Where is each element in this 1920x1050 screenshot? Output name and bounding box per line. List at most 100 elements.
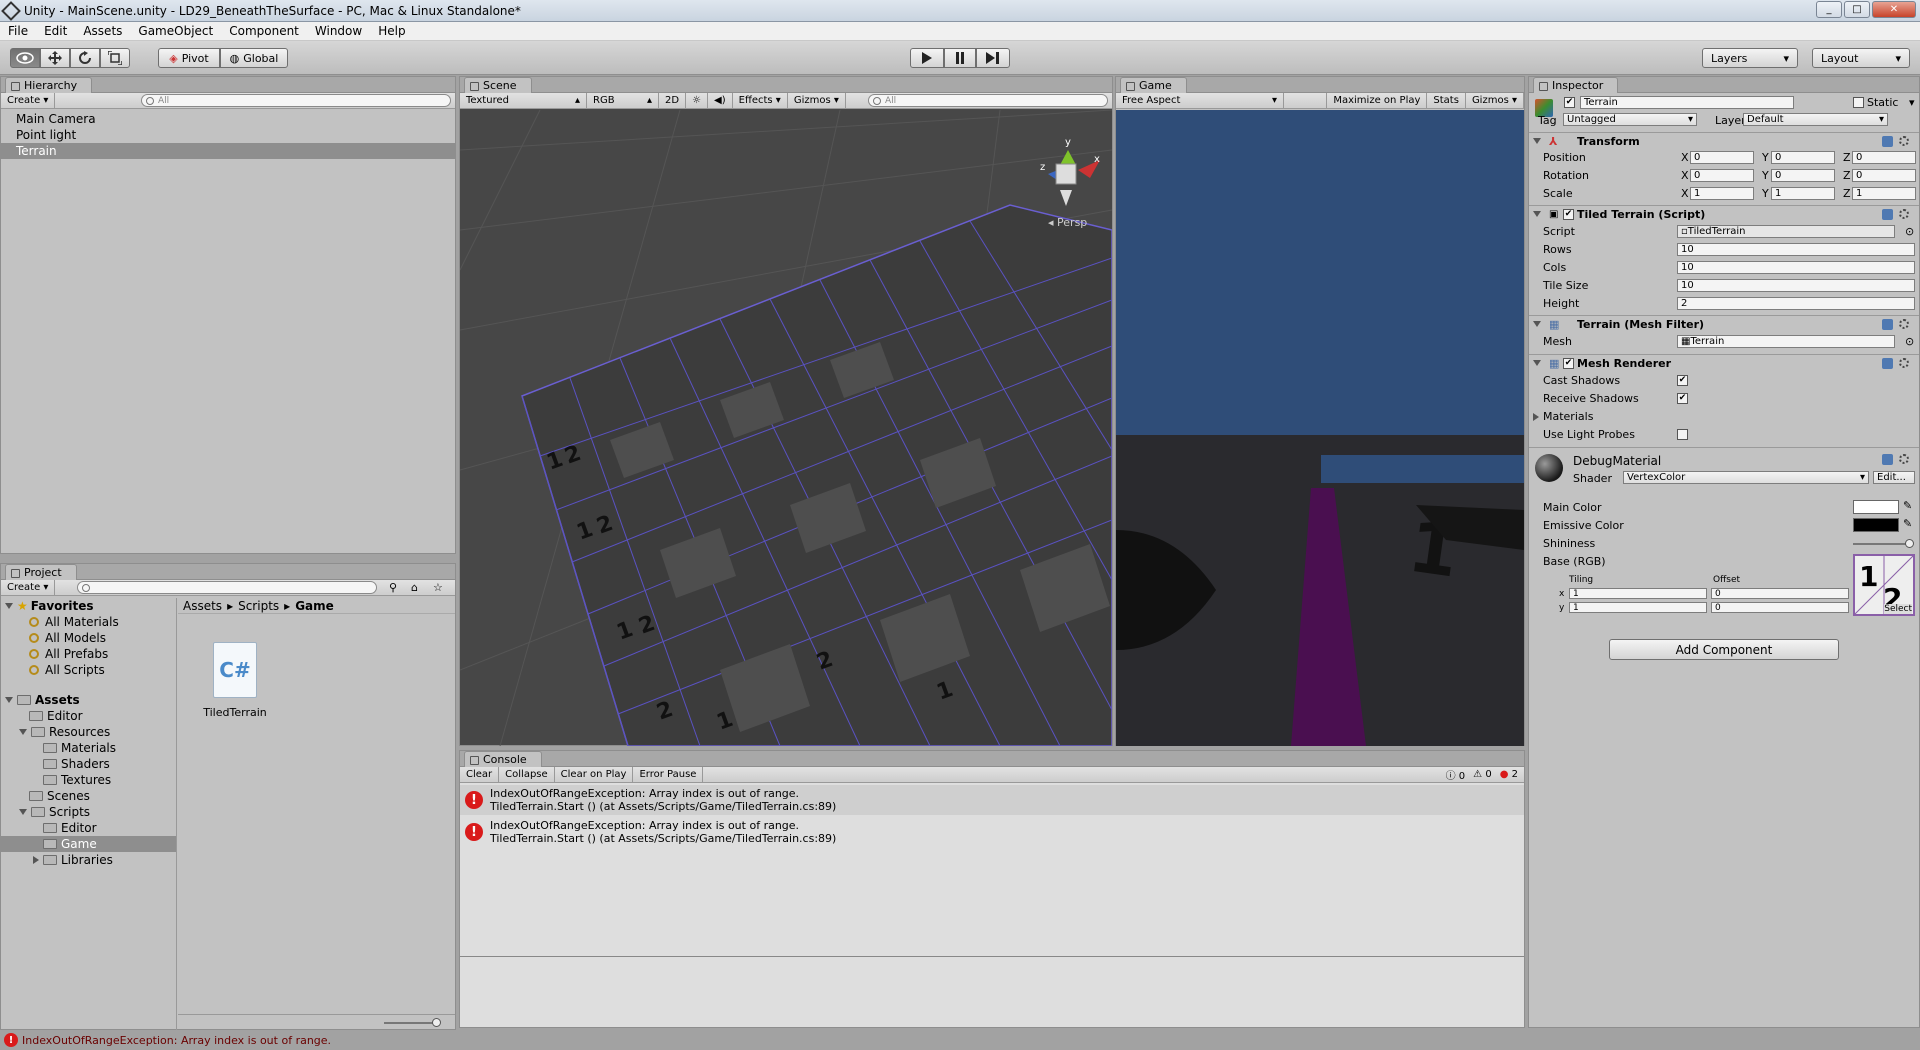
rotation-z-field[interactable]: 0 (1852, 169, 1916, 182)
tree-fav-all-scripts[interactable]: All Scripts (1, 662, 176, 678)
tab-console[interactable]: Console (464, 751, 542, 767)
maximize-on-play-toggle[interactable]: Maximize on Play (1326, 93, 1428, 108)
position-y-field[interactable]: 0 (1771, 151, 1835, 164)
mesh-filter-header[interactable]: ▦ Terrain (Mesh Filter) (1529, 315, 1919, 332)
rotate-tool-button[interactable] (70, 48, 100, 68)
gear-icon[interactable] (1899, 319, 1909, 329)
move-tool-button[interactable] (40, 48, 70, 68)
tree-resources[interactable]: Resources (1, 724, 176, 740)
tab-hierarchy[interactable]: Hierarchy (5, 77, 93, 93)
tree-editor[interactable]: Editor (1, 708, 176, 724)
render-mode-dropdown[interactable]: Textured ▴ (460, 93, 587, 108)
help-book-icon[interactable] (1882, 357, 1893, 369)
file-tiledterrain[interactable]: C# TiledTerrain (200, 642, 270, 719)
object-name-field[interactable]: Terrain (1580, 96, 1794, 109)
filter-type-icon[interactable]: ⚲ (389, 581, 397, 594)
tab-inspector[interactable]: Inspector (1533, 77, 1619, 93)
gear-icon[interactable] (1899, 454, 1909, 464)
console-warning-filter[interactable]: ⚠ 0 (1473, 769, 1492, 780)
tag-dropdown[interactable]: Untagged ▾ (1563, 113, 1697, 126)
receive-shadows-checkbox[interactable]: ✔ (1677, 393, 1688, 404)
help-book-icon[interactable] (1882, 135, 1893, 147)
tiling-x-field[interactable]: 1 (1569, 588, 1707, 599)
breadcrumb-assets[interactable]: Assets (183, 599, 222, 613)
hierarchy-item-point-light[interactable]: Point light (1, 127, 455, 143)
close-button[interactable]: ✕ (1872, 1, 1916, 18)
static-checkbox[interactable] (1853, 97, 1864, 108)
aspect-dropdown[interactable]: Free Aspect ▾ (1116, 93, 1284, 108)
breadcrumb-game[interactable]: Game (295, 599, 334, 613)
main-color-swatch[interactable] (1853, 500, 1899, 514)
scale-tool-button[interactable] (100, 48, 130, 68)
position-z-field[interactable]: 0 (1852, 151, 1916, 164)
console-entry[interactable]: ! IndexOutOfRangeException: Array index … (460, 817, 1524, 847)
tab-project[interactable]: Project (5, 564, 77, 580)
tree-textures[interactable]: Textures (1, 772, 176, 788)
menu-window[interactable]: Window (307, 24, 370, 38)
dropdown-arrow-icon[interactable]: ▾ (1909, 96, 1915, 109)
gear-icon[interactable] (1899, 358, 1909, 368)
console-collapse-toggle[interactable]: Collapse (499, 767, 555, 782)
console-entry[interactable]: ! IndexOutOfRangeException: Array index … (460, 785, 1524, 815)
offset-x-field[interactable]: 0 (1711, 588, 1849, 599)
active-checkbox[interactable]: ✔ (1564, 97, 1575, 108)
tree-assets[interactable]: Assets (1, 692, 176, 708)
rotation-x-field[interactable]: 0 (1690, 169, 1754, 182)
gear-icon[interactable] (1899, 136, 1909, 146)
light-probes-checkbox[interactable] (1677, 429, 1688, 440)
shader-dropdown[interactable]: VertexColor ▾ (1623, 471, 1869, 484)
add-component-button[interactable]: Add Component (1609, 639, 1839, 660)
console-info-filter[interactable]: ⓘ 0 (1446, 767, 1466, 782)
height-field[interactable]: 2 (1677, 297, 1915, 310)
base-texture-slot[interactable]: 12 Select (1853, 554, 1915, 616)
tiling-y-field[interactable]: 1 (1569, 602, 1707, 613)
menu-file[interactable]: File (0, 24, 36, 38)
pivot-toggle[interactable]: ◈ Pivot (158, 48, 220, 68)
2d-toggle[interactable]: 2D (659, 93, 687, 108)
status-bar[interactable]: ! IndexOutOfRangeException: Array index … (0, 1030, 1920, 1050)
emissive-color-swatch[interactable] (1853, 518, 1899, 532)
layers-dropdown[interactable]: Layers ▾ (1702, 48, 1798, 68)
scale-y-field[interactable]: 1 (1771, 187, 1835, 200)
tree-libraries[interactable]: Libraries (1, 852, 176, 868)
console-error-filter[interactable]: ● 2 (1500, 769, 1518, 780)
position-x-field[interactable]: 0 (1690, 151, 1754, 164)
stats-toggle[interactable]: Stats (1427, 93, 1466, 108)
console-error-pause-toggle[interactable]: Error Pause (633, 767, 704, 782)
console-clear-button[interactable]: Clear (460, 767, 500, 782)
icon-size-slider[interactable] (178, 1014, 455, 1030)
breadcrumb-scripts[interactable]: Scripts (238, 599, 279, 613)
project-search-input[interactable] (77, 581, 377, 594)
object-picker-icon[interactable]: ⊙ (1905, 335, 1914, 348)
scale-x-field[interactable]: 1 (1690, 187, 1754, 200)
hand-tool-button[interactable] (10, 48, 40, 68)
menu-component[interactable]: Component (221, 24, 307, 38)
offset-y-field[interactable]: 0 (1711, 602, 1849, 613)
scale-z-field[interactable]: 1 (1852, 187, 1916, 200)
mesh-field[interactable]: ▦ Terrain (1677, 335, 1895, 348)
menu-assets[interactable]: Assets (75, 24, 130, 38)
gear-icon[interactable] (1899, 209, 1909, 219)
tree-scripts-editor[interactable]: Editor (1, 820, 176, 836)
tree-favorites[interactable]: ★ Favorites (1, 598, 176, 614)
cols-field[interactable]: 10 (1677, 261, 1915, 274)
game-gizmos-dropdown[interactable]: Gizmos ▾ (1466, 93, 1524, 108)
audio-toggle[interactable]: ◀) (708, 93, 733, 108)
lighting-toggle[interactable]: ☼ (686, 93, 709, 108)
rotation-y-field[interactable]: 0 (1771, 169, 1835, 182)
hierarchy-search-input[interactable]: All (141, 94, 451, 107)
scene-orientation-gizmo[interactable]: y x z ◂ Persp (1040, 137, 1100, 229)
pause-button[interactable] (944, 48, 976, 68)
effects-dropdown[interactable]: Effects ▾ (733, 93, 788, 108)
favorite-star-icon[interactable]: ☆ (433, 581, 443, 594)
transform-header[interactable]: ⅄ Transform (1529, 132, 1919, 149)
tiled-terrain-header[interactable]: ▣ ✔ Tiled Terrain (Script) (1529, 205, 1919, 222)
tree-fav-all-prefabs[interactable]: All Prefabs (1, 646, 176, 662)
hierarchy-item-main-camera[interactable]: Main Camera (1, 111, 455, 127)
color-mode-dropdown[interactable]: RGB ▴ (587, 93, 659, 108)
tree-fav-all-materials[interactable]: All Materials (1, 614, 176, 630)
play-button[interactable] (910, 48, 944, 68)
tree-scenes[interactable]: Scenes (1, 788, 176, 804)
shininess-slider[interactable] (1853, 539, 1914, 548)
tree-fav-all-models[interactable]: All Models (1, 630, 176, 646)
